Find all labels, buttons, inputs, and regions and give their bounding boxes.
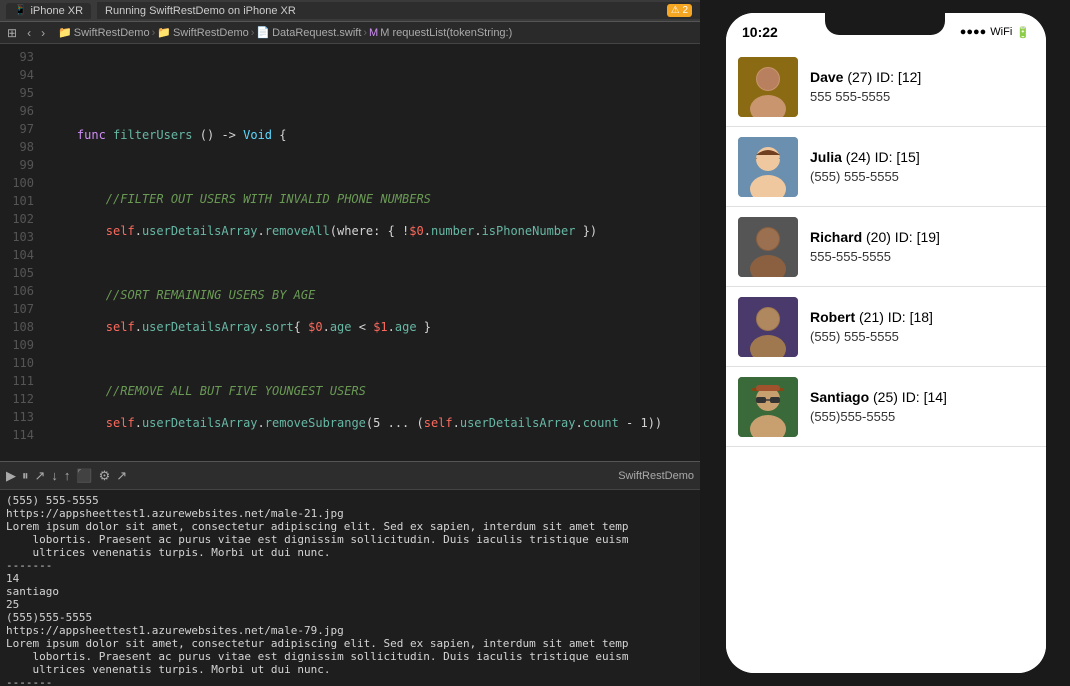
toggle-layout-button[interactable]: ⬛ <box>76 468 92 484</box>
list-item[interactable]: Santiago (25) ID: [14] (555)555-5555 <box>726 367 1046 447</box>
contact-age: (27) ID: [12] <box>847 69 921 85</box>
breadcrumb-item-4: M M requestList(tokenString:) <box>369 27 512 39</box>
contact-name: Robert <box>810 309 855 325</box>
status-time: 10:22 <box>742 24 778 40</box>
forward-button[interactable]: › <box>38 25 48 41</box>
list-item[interactable]: Dave (27) ID: [12] 555 555-5555 <box>726 47 1046 127</box>
running-tab: Running SwiftRestDemo on iPhone XR ⚠ 2 <box>97 2 700 19</box>
warning-badge: ⚠ 2 <box>667 4 692 17</box>
wifi-icon: WiFi <box>990 26 1012 38</box>
share-button[interactable]: ↗ <box>116 468 127 484</box>
contact-name: Dave <box>810 69 843 85</box>
contact-list[interactable]: Dave (27) ID: [12] 555 555-5555 <box>726 47 1046 673</box>
phone-frame: 10:22 ●●●● WiFi 🔋 <box>700 0 1070 686</box>
contact-age: (20) ID: [19] <box>866 229 940 245</box>
contact-info: Robert (21) ID: [18] (555) 555-5555 <box>810 309 1034 344</box>
step-out-button[interactable]: ↑ <box>64 468 71 483</box>
grid-view-button[interactable]: ⊞ <box>4 25 20 41</box>
list-item[interactable]: Robert (21) ID: [18] (555) 555-5555 <box>726 287 1046 367</box>
contact-age: (21) ID: [18] <box>859 309 933 325</box>
breadcrumb: 📁 SwiftRestDemo › 📁 SwiftRestDemo › 📄 Da… <box>52 26 696 39</box>
play-button[interactable]: ▶ <box>6 468 16 484</box>
step-in-button[interactable]: ↓ <box>51 468 58 483</box>
back-button[interactable]: ‹ <box>24 25 34 41</box>
avatar <box>738 377 798 437</box>
console-toolbar: ▶ ⏸ ↗ ↓ ↑ ⬛ ⚙ ↗ SwiftRestDemo <box>0 462 700 490</box>
contact-info: Richard (20) ID: [19] 555-555-5555 <box>810 229 1034 264</box>
contact-name-line: Dave (27) ID: [12] <box>810 69 1034 85</box>
avatar <box>738 217 798 277</box>
signal-icon: ●●●● <box>960 26 987 38</box>
tab-bar: 📱 iPhone XR Running SwiftRestDemo on iPh… <box>0 0 700 22</box>
code-area: 93 94 95 96 97 98 99 100 101 102 103 104… <box>0 44 700 461</box>
status-icons: ●●●● WiFi 🔋 <box>960 26 1030 39</box>
battery-icon: 🔋 <box>1016 26 1030 39</box>
contact-name-line: Richard (20) ID: [19] <box>810 229 1034 245</box>
contact-name: Richard <box>810 229 862 245</box>
contact-age: (25) ID: [14] <box>873 389 947 405</box>
step-over-button[interactable]: ↗ <box>35 468 46 484</box>
breadcrumb-item-2: 📁 SwiftRestDemo <box>157 26 249 39</box>
contact-name: Julia <box>810 149 842 165</box>
contact-phone: 555-555-5555 <box>810 249 1034 264</box>
contact-info: Dave (27) ID: [12] 555 555-5555 <box>810 69 1034 104</box>
running-tab-label: Running SwiftRestDemo on iPhone XR <box>105 5 296 17</box>
avatar <box>738 57 798 117</box>
contact-info: Julia (24) ID: [15] (555) 555-5555 <box>810 149 1034 184</box>
contact-phone: (555)555-5555 <box>810 409 1034 424</box>
contact-info: Santiago (25) ID: [14] (555)555-5555 <box>810 389 1034 424</box>
console-output: (555) 555-5555 https://appsheettest1.azu… <box>0 490 700 686</box>
simulator-panel: 10:22 ●●●● WiFi 🔋 <box>700 0 1070 686</box>
console-area: ▶ ⏸ ↗ ↓ ↑ ⬛ ⚙ ↗ SwiftRestDemo (555) 555-… <box>0 461 700 686</box>
contact-phone: (555) 555-5555 <box>810 329 1034 344</box>
avatar <box>738 297 798 357</box>
nav-bar: ⊞ ‹ › 📁 SwiftRestDemo › 📁 SwiftRestDemo … <box>0 22 700 44</box>
contact-name-line: Julia (24) ID: [15] <box>810 149 1034 165</box>
breadcrumb-item-3: 📄 DataRequest.swift <box>256 26 361 39</box>
debug-button[interactable]: ⚙ <box>99 468 111 484</box>
list-item[interactable]: Richard (20) ID: [19] 555-555-5555 <box>726 207 1046 287</box>
editor-panel: 📱 iPhone XR Running SwiftRestDemo on iPh… <box>0 0 700 686</box>
contact-age: (24) ID: [15] <box>846 149 920 165</box>
contact-phone: (555) 555-5555 <box>810 169 1034 184</box>
breadcrumb-item-1: 📁 SwiftRestDemo <box>58 26 150 39</box>
device-icon: 📱 <box>14 5 26 16</box>
list-item[interactable]: Julia (24) ID: [15] (555) 555-5555 <box>726 127 1046 207</box>
line-numbers: 93 94 95 96 97 98 99 100 101 102 103 104… <box>0 44 40 461</box>
phone-screen: 10:22 ●●●● WiFi 🔋 <box>726 13 1046 673</box>
pause-button[interactable]: ⏸ <box>22 468 29 484</box>
contact-name-line: Santiago (25) ID: [14] <box>810 389 1034 405</box>
contact-phone: 555 555-5555 <box>810 89 1034 104</box>
phone-notch <box>825 13 945 35</box>
device-tab-label: iPhone XR <box>30 5 83 17</box>
contact-name: Santiago <box>810 389 869 405</box>
contact-name-line: Robert (21) ID: [18] <box>810 309 1034 325</box>
avatar <box>738 137 798 197</box>
device-tab: 📱 iPhone XR <box>6 3 91 19</box>
console-app-label: SwiftRestDemo <box>618 470 694 482</box>
code-content: func filterUsers () -> Void { //FILTER O… <box>40 44 700 461</box>
